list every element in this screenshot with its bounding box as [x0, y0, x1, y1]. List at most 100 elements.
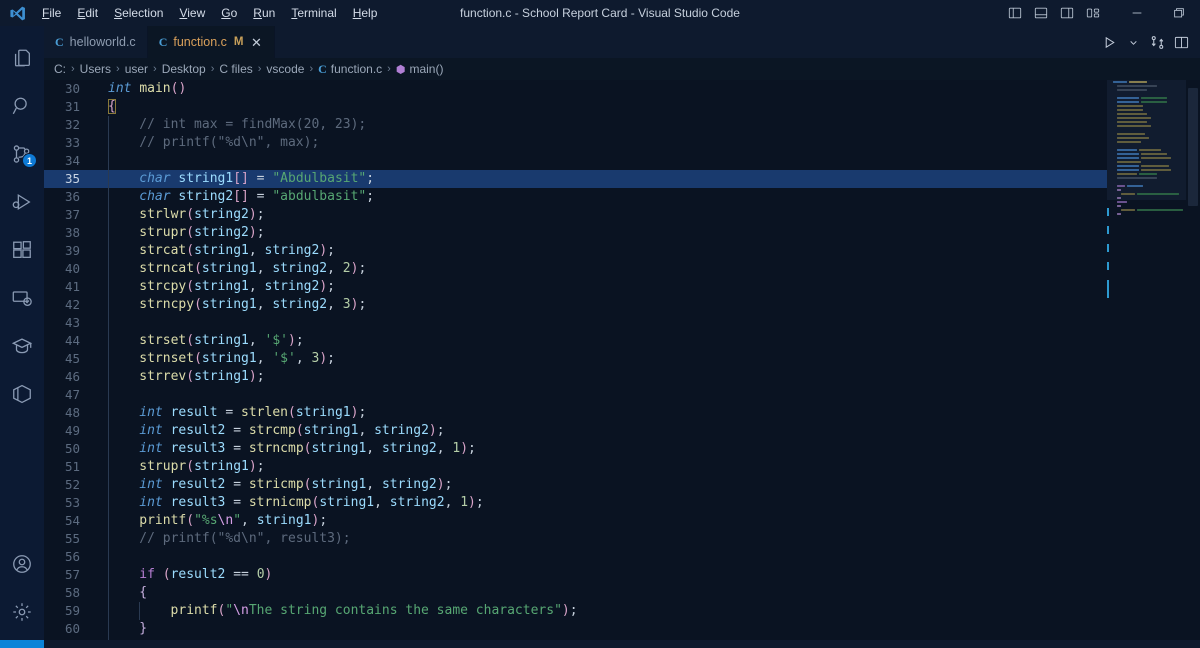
close-icon[interactable]: ✕ [249, 36, 263, 49]
code-line[interactable]: 49 int result2 = strcmp(string1, string2)… [44, 422, 1107, 440]
breadcrumb-item-users[interactable]: Users [80, 62, 111, 76]
minimap[interactable] [1107, 80, 1186, 640]
code-line[interactable]: 43 [44, 314, 1107, 332]
customize-layout-icon[interactable] [1080, 0, 1106, 26]
menu-run[interactable]: Run [245, 0, 283, 26]
breadcrumb-item-drive[interactable]: C: [54, 62, 66, 76]
code-editor[interactable]: 30 int main() 31{32// int max = findMax(20… [44, 80, 1200, 640]
breadcrumb-item-file[interactable]: function.c [331, 62, 382, 76]
code-line[interactable]: 42 strncpy(string1, string2, 3); [44, 296, 1107, 314]
code-line[interactable]: 57 if (result2 == 0) [44, 566, 1107, 584]
indent-guide [108, 368, 109, 386]
code-line[interactable]: 31 { [44, 98, 1107, 116]
sidebar-item-source-control[interactable]: 1 [0, 130, 44, 178]
code-line[interactable]: 55 // printf("%d\n", result3); [44, 530, 1107, 548]
restore-window-button[interactable] [1158, 0, 1200, 26]
code-line[interactable]: 33 // printf("%d\n", max); [44, 134, 1107, 152]
code-line[interactable]: 52 int result2 = stricmp(string1, string2… [44, 476, 1107, 494]
sidebar-item-explorer[interactable] [0, 34, 44, 82]
run-icon[interactable] [1098, 26, 1120, 58]
code-line[interactable]: 35 char string1[] = "Abdulbasit"; [44, 170, 1107, 188]
code-line[interactable]: 45 strnset(string1, '$', 3); [44, 350, 1107, 368]
code-line[interactable]: 30 int main() [44, 80, 1107, 98]
token: string1 [201, 351, 257, 366]
minimap-segment [1141, 153, 1167, 156]
breadcrumb-item-desktop[interactable]: Desktop [162, 62, 206, 76]
menu-file[interactable]: File [34, 0, 69, 26]
line-number: 33 [64, 135, 80, 150]
breadcrumb-item-user[interactable]: user [125, 62, 148, 76]
code-line[interactable]: 51 strupr(string1); [44, 458, 1107, 476]
code-line[interactable]: 44 strset(string1, '$'); [44, 332, 1107, 350]
code-line[interactable]: 34 [44, 152, 1107, 170]
line-number: 41 [64, 279, 80, 294]
code-text [102, 152, 1107, 170]
code-line[interactable]: 54 printf("%s\n", string1); [44, 512, 1107, 530]
menu-edit[interactable]: Edit [69, 0, 106, 26]
menu-bar[interactable]: File Edit Selection View Go Run Terminal… [34, 0, 385, 26]
token: ; [358, 297, 367, 312]
token: , [248, 279, 265, 294]
token: ; [366, 189, 375, 204]
code-lines[interactable]: 30 int main() 31{32// int max = findMax(20… [44, 80, 1107, 640]
code-text [102, 548, 1107, 566]
editor-vertical-scrollbar[interactable] [1186, 80, 1200, 640]
sidebar-item-search[interactable] [0, 82, 44, 130]
code-text: printf("%s\n", string1); [102, 512, 1107, 530]
code-line[interactable]: 48 int result = strlen(string1); [44, 404, 1107, 422]
gear-icon[interactable] [0, 588, 44, 636]
menu-terminal[interactable]: Terminal [283, 0, 344, 26]
token: string1 [319, 495, 375, 510]
minimize-window-button[interactable] [1116, 0, 1158, 26]
toggle-panel-icon[interactable] [1028, 0, 1054, 26]
sidebar-item-run-and-debug[interactable] [0, 178, 44, 226]
code-line[interactable]: 32 // int max = findMax(20, 23); [44, 116, 1107, 134]
token: , [256, 261, 273, 276]
code-line[interactable]: 36 char string2[] = "abdulbasit"; [44, 188, 1107, 206]
code-line[interactable]: 39 strcat(string1, string2); [44, 242, 1107, 260]
tab-function-c[interactable]: C function.c M ✕ [147, 26, 276, 58]
line-number: 30 [64, 81, 80, 96]
code-line[interactable]: 50 int result3 = strncmp(string1, string2… [44, 440, 1107, 458]
toggle-primary-sidebar-icon[interactable] [1002, 0, 1028, 26]
sidebar-item-learn[interactable] [0, 322, 44, 370]
code-line[interactable]: 41 strcpy(string1, string2); [44, 278, 1107, 296]
token: string1 [295, 405, 351, 420]
minimap-segment [1139, 173, 1157, 176]
code-line[interactable]: 47 [44, 386, 1107, 404]
breadcrumb-item-cfiles[interactable]: C files [219, 62, 252, 76]
accounts-icon[interactable] [0, 540, 44, 588]
code-line[interactable]: 38 strupr(string2); [44, 224, 1107, 242]
token: ( [295, 423, 304, 438]
code-line[interactable]: 56 [44, 548, 1107, 566]
code-line[interactable]: 37 strlwr(string2); [44, 206, 1107, 224]
token: , [374, 495, 390, 510]
scrollbar-thumb[interactable] [1188, 88, 1198, 206]
menu-view[interactable]: View [171, 0, 213, 26]
code-line[interactable]: 53 int result3 = strnicmp(string1, string… [44, 494, 1107, 512]
breadcrumb-item-symbol[interactable]: main() [409, 62, 443, 76]
breadcrumb-item-vscode[interactable]: vscode [266, 62, 304, 76]
token: , [248, 243, 265, 258]
menu-selection[interactable]: Selection [106, 0, 171, 26]
chevron-down-icon[interactable] [1122, 26, 1144, 58]
code-line[interactable]: 46 strrev(string1); [44, 368, 1107, 386]
tab-helloworld-c[interactable]: C helloworld.c [44, 26, 148, 58]
token: ) [248, 459, 257, 474]
split-editor-right-icon[interactable] [1170, 26, 1192, 58]
code-line[interactable]: 40 strncat(string1, string2, 2); [44, 260, 1107, 278]
code-text: int result2 = stricmp(string1, string2); [102, 476, 1107, 494]
code-line[interactable]: 58 { [44, 584, 1107, 602]
token: , [248, 333, 265, 348]
sidebar-item-container-tools[interactable] [0, 370, 44, 418]
code-line[interactable]: 59 printf("\nThe string contains the same… [44, 602, 1107, 620]
menu-go[interactable]: Go [213, 0, 245, 26]
compare-changes-icon[interactable] [1146, 26, 1168, 58]
menu-help[interactable]: Help [345, 0, 386, 26]
status-bar-remote-indicator[interactable] [0, 640, 44, 648]
code-line[interactable]: 60} [44, 620, 1107, 638]
toggle-secondary-sidebar-icon[interactable] [1054, 0, 1080, 26]
sidebar-item-remote-explorer[interactable] [0, 274, 44, 322]
sidebar-item-extensions[interactable] [0, 226, 44, 274]
token: "Abdulbasit" [272, 171, 367, 186]
